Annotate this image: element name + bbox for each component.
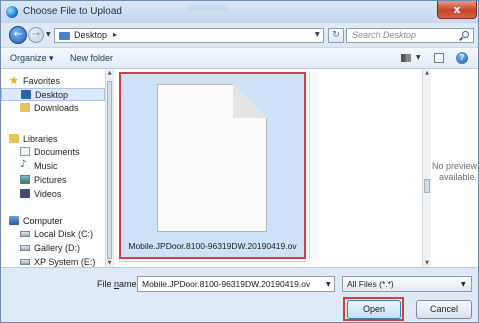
sidebar-header-label: Favorites: [23, 76, 61, 86]
address-row: ← → ▼ Desktop ▸ ▼ ↻ Search Desktop: [1, 23, 478, 65]
redacted-region: [187, 5, 227, 11]
content-scrollbar[interactable]: ▲ ▼: [422, 69, 431, 267]
ie-icon: [6, 6, 18, 18]
new-folder-button[interactable]: New folder: [70, 53, 113, 63]
document-file-icon: [157, 84, 267, 232]
help-icon[interactable]: ?: [456, 52, 468, 64]
views-dropdown[interactable]: ▼: [416, 54, 421, 61]
scrollbar-thumb[interactable]: [424, 179, 430, 193]
forward-arrow-icon: →: [31, 29, 41, 40]
views-icon[interactable]: [401, 54, 411, 62]
scroll-down-arrow[interactable]: ▼: [423, 260, 431, 266]
open-button-highlight: [343, 297, 404, 321]
sidebar-item-label: Music: [34, 161, 58, 171]
file-name-label: File name:: [97, 279, 139, 289]
page-fold: [233, 84, 267, 118]
search-input[interactable]: Search Desktop: [346, 28, 474, 43]
forward-button[interactable]: →: [28, 27, 44, 43]
file-type-value: All Files (*.*): [347, 279, 394, 289]
address-location[interactable]: Desktop: [74, 30, 107, 40]
scrollbar-thumb[interactable]: [107, 81, 112, 259]
desktop-icon: [21, 90, 31, 99]
refresh-icon: ↻: [332, 30, 340, 40]
sidebar-header-label: Computer: [23, 216, 63, 226]
dialog-footer: File name: Mobile.JPDoor.8100-96319DW.20…: [1, 267, 478, 322]
navigation-scrollbar[interactable]: ▲ ▼: [105, 69, 113, 267]
chevron-down-icon[interactable]: ▼: [461, 281, 466, 288]
sidebar-item-label: Downloads: [34, 103, 79, 113]
sidebar-item-xp-system[interactable]: XP System (E:): [1, 256, 105, 267]
next-row-stub: [119, 261, 306, 266]
sidebar-item-label: Documents: [34, 147, 80, 157]
music-icon: ♪: [20, 159, 27, 170]
preview-pane: No preview available.: [431, 69, 478, 267]
file-name-value[interactable]: Mobile.JPDoor.8100-96319DW.20190419.ov: [142, 279, 310, 289]
recent-pages-dropdown[interactable]: ▼: [46, 31, 51, 38]
file-item-partial[interactable]: [309, 72, 319, 259]
computer-icon: [9, 216, 19, 225]
title-bar: Choose File to Upload x: [1, 1, 478, 23]
search-icon[interactable]: [462, 31, 469, 38]
sidebar-item-desktop[interactable]: Desktop: [1, 88, 105, 101]
drive-icon: [20, 259, 30, 265]
file-name-dropdown[interactable]: ▼: [326, 281, 331, 288]
sidebar-item-videos[interactable]: Videos: [1, 188, 105, 201]
address-bar[interactable]: Desktop ▸ ▼: [54, 28, 324, 43]
window-title: Choose File to Upload: [23, 6, 122, 17]
sidebar-item-downloads[interactable]: Downloads: [1, 102, 105, 115]
sidebar-header-label: Libraries: [23, 134, 58, 144]
documents-icon: [20, 147, 30, 156]
scroll-up-arrow[interactable]: ▲: [423, 70, 431, 76]
sidebar-header-computer[interactable]: Computer: [1, 215, 105, 228]
sidebar-item-pictures[interactable]: Pictures: [1, 174, 105, 187]
sidebar-item-music[interactable]: ♪ Music: [1, 159, 105, 173]
videos-icon: [20, 189, 30, 198]
label-part: File: [97, 279, 115, 289]
file-list-pane: Mobile.JPDoor.8100-96319DW.20190419.ov: [114, 69, 422, 267]
scroll-down-arrow[interactable]: ▼: [106, 260, 113, 266]
file-name-field[interactable]: Mobile.JPDoor.8100-96319DW.20190419.ov ▼: [137, 276, 335, 292]
cancel-button[interactable]: Cancel: [416, 300, 472, 319]
preview-line-2: available.: [438, 172, 477, 182]
address-separator[interactable]: ▸: [113, 30, 117, 39]
file-item-selected[interactable]: Mobile.JPDoor.8100-96319DW.20190419.ov: [119, 72, 306, 259]
scroll-up-arrow[interactable]: ▲: [106, 70, 113, 76]
sidebar-item-documents[interactable]: Documents: [1, 146, 105, 159]
sidebar-item-label: Videos: [34, 189, 62, 199]
back-button[interactable]: ←: [9, 26, 27, 44]
preview-line-1: No preview: [431, 161, 477, 171]
refresh-button[interactable]: ↻: [328, 28, 344, 43]
preview-pane-icon[interactable]: [434, 53, 444, 63]
sidebar-item-label: Local Disk (C:): [34, 229, 94, 239]
libraries-icon: [9, 134, 19, 143]
file-dialog-window: Choose File to Upload x ← → ▼ Desktop ▸ …: [0, 0, 479, 323]
close-button[interactable]: x: [437, 1, 477, 19]
command-toolbar: Organize ▾ New folder ▼ ?: [1, 47, 478, 69]
navigation-pane: ★ Favorites Desktop Downloads Libraries …: [1, 69, 105, 267]
sidebar-item-label: Desktop: [35, 90, 69, 100]
desktop-folder-icon: [59, 32, 70, 40]
organize-menu[interactable]: Organize ▾: [10, 53, 54, 64]
pictures-icon: [20, 175, 30, 184]
close-icon: x: [453, 3, 461, 16]
back-arrow-icon: ←: [13, 29, 23, 40]
sidebar-item-local-disk[interactable]: Local Disk (C:): [1, 228, 105, 241]
search-placeholder: Search Desktop: [352, 30, 417, 40]
sidebar-item-label: XP System (E:): [34, 257, 96, 267]
sidebar-header-favorites[interactable]: ★ Favorites: [1, 74, 105, 88]
sidebar-header-libraries[interactable]: Libraries: [1, 133, 105, 146]
preview-message: No preview available.: [431, 161, 477, 183]
address-dropdown[interactable]: ▼: [315, 31, 320, 38]
file-type-filter[interactable]: All Files (*.*) ▼: [342, 276, 472, 292]
sidebar-item-label: Pictures: [34, 175, 67, 185]
downloads-folder-icon: [20, 103, 30, 112]
star-icon: ★: [9, 74, 19, 87]
sidebar-item-label: Gallery (D:): [34, 243, 81, 253]
drive-icon: [20, 245, 30, 251]
sidebar-item-gallery[interactable]: Gallery (D:): [1, 242, 105, 255]
drive-icon: [20, 231, 30, 237]
file-item-label: Mobile.JPDoor.8100-96319DW.20190419.ov: [128, 241, 297, 251]
